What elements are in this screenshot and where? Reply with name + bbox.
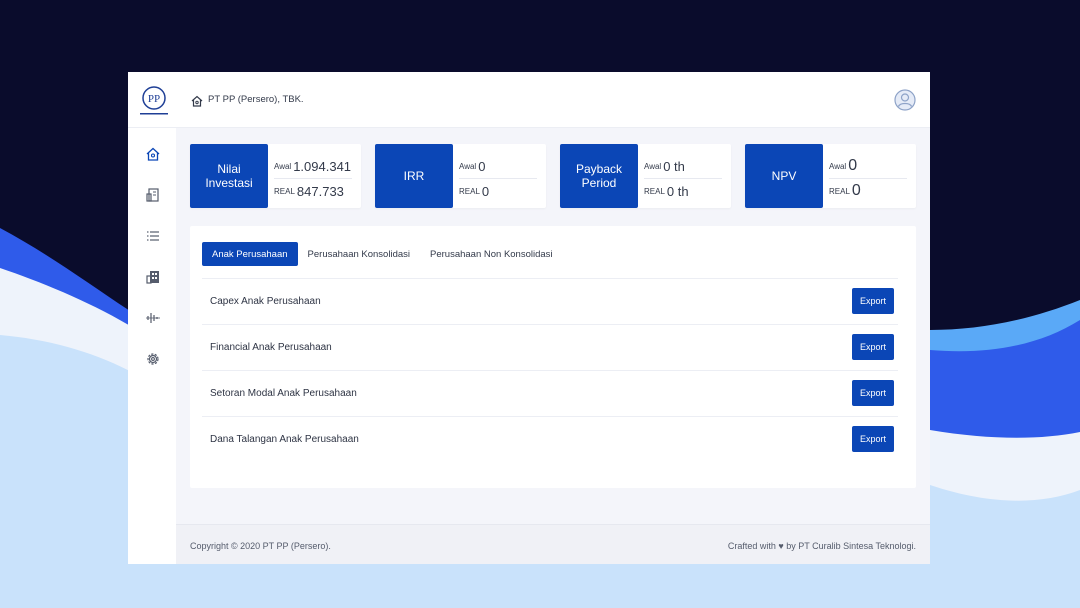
- export-button[interactable]: Export: [852, 334, 894, 360]
- stat-real-key: REAL: [644, 186, 665, 196]
- stat-awal-value: 0 th: [663, 158, 685, 174]
- report-title: Capex Anak Perusahaan: [210, 296, 321, 307]
- stat-label: IRR: [375, 144, 453, 208]
- sidebar: [128, 128, 176, 564]
- home-icon[interactable]: [190, 94, 204, 108]
- stat-real-key: REAL: [829, 186, 850, 196]
- stat-real-value: 0: [851, 182, 861, 199]
- office-icon: [146, 271, 159, 284]
- export-button[interactable]: Export: [852, 380, 894, 406]
- sidebar-item-settings[interactable]: [145, 351, 161, 367]
- stat-real-value: 0: [481, 183, 490, 199]
- home-icon: [146, 147, 160, 161]
- stat-card-nilai-investasi: Nilai Investasi Awal 1.094.341 REAL 847.…: [190, 144, 361, 208]
- stat-real-value: 847.733: [296, 183, 344, 199]
- report-title: Dana Talangan Anak Perusahaan: [210, 434, 359, 445]
- stat-real-value: 0 th: [666, 183, 689, 199]
- stat-label: NPV: [745, 144, 823, 208]
- report-list: Capex Anak Perusahaan Export Financial A…: [202, 278, 898, 462]
- app-window: PP PT PP (Persero), TBK. Nilai Investasi…: [128, 72, 930, 564]
- stat-real-key: REAL: [459, 186, 480, 196]
- export-button[interactable]: Export: [852, 426, 894, 452]
- sidebar-item-office[interactable]: [145, 269, 161, 285]
- building-icon: [146, 188, 159, 202]
- tab-perusahaan-non-konsolidasi[interactable]: Perusahaan Non Konsolidasi: [420, 242, 563, 266]
- stat-real-key: REAL: [274, 186, 295, 196]
- list-icon: [147, 231, 159, 241]
- tab-bar: Anak Perusahaan Perusahaan Konsolidasi P…: [202, 242, 563, 266]
- company-name: PT PP (Persero), TBK.: [208, 94, 304, 105]
- list-item: Setoran Modal Anak Perusahaan Export: [202, 370, 898, 416]
- stat-label: Nilai Investasi: [190, 144, 268, 208]
- tab-anak-perusahaan[interactable]: Anak Perusahaan: [202, 242, 298, 266]
- sidebar-item-list[interactable]: [145, 228, 161, 244]
- svg-text:PP: PP: [148, 93, 160, 105]
- stat-card-npv: NPV Awal 0 REAL 0: [745, 144, 916, 208]
- stat-card-irr: IRR Awal 0 REAL 0: [375, 144, 546, 208]
- footer: Copyright © 2020 PT PP (Persero). Crafte…: [176, 524, 930, 564]
- stat-awal-key: Awal: [459, 161, 477, 171]
- stat-card-payback-period: Payback Period Awal 0 th REAL 0 th: [560, 144, 731, 208]
- report-title: Financial Anak Perusahaan: [210, 342, 332, 353]
- main-content: Nilai Investasi Awal 1.094.341 REAL 847.…: [176, 128, 930, 524]
- export-button[interactable]: Export: [852, 288, 894, 314]
- list-item: Capex Anak Perusahaan Export: [202, 278, 898, 324]
- top-bar: PP PT PP (Persero), TBK.: [128, 72, 930, 128]
- tab-perusahaan-konsolidasi[interactable]: Perusahaan Konsolidasi: [298, 242, 420, 266]
- credits-text: Crafted with ♥ by PT Curalib Sintesa Tek…: [727, 541, 916, 551]
- stat-awal-value: 0: [848, 157, 858, 174]
- report-title: Setoran Modal Anak Perusahaan: [210, 388, 357, 399]
- stat-awal-key: Awal: [829, 161, 847, 171]
- stat-awal-key: Awal: [644, 161, 662, 171]
- stat-awal-key: Awal: [274, 161, 292, 171]
- user-avatar-icon[interactable]: [894, 89, 916, 111]
- copyright-text: Copyright © 2020 PT PP (Persero).: [190, 541, 331, 551]
- stat-awal-value: 0: [478, 158, 486, 174]
- export-panel: Anak Perusahaan Perusahaan Konsolidasi P…: [190, 226, 916, 488]
- sidebar-item-waveform[interactable]: [145, 310, 161, 326]
- pp-logo-icon[interactable]: PP: [136, 84, 172, 118]
- sidebar-item-home[interactable]: [145, 146, 161, 162]
- sidebar-item-building[interactable]: [145, 187, 161, 203]
- gear-icon: [147, 353, 159, 365]
- list-item: Dana Talangan Anak Perusahaan Export: [202, 416, 898, 462]
- waveform-icon: [146, 313, 160, 323]
- stat-label: Payback Period: [560, 144, 638, 208]
- stat-awal-value: 1.094.341: [293, 158, 352, 174]
- list-item: Financial Anak Perusahaan Export: [202, 324, 898, 370]
